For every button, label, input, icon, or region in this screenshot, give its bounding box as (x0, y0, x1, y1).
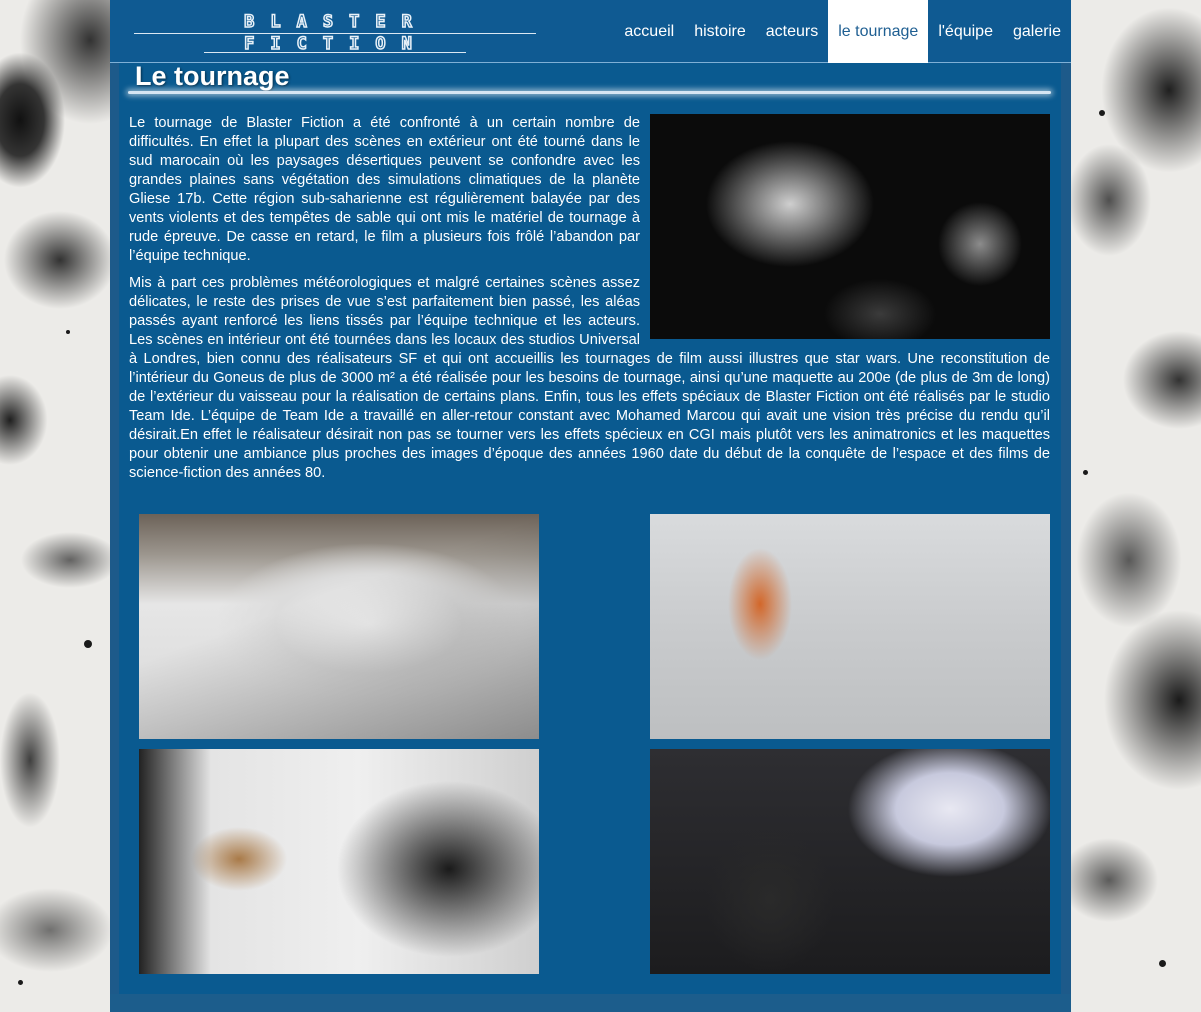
photo-camera-crew (139, 749, 539, 974)
nav-item-galerie[interactable]: galerie (1003, 0, 1071, 63)
background-left-splatter (0, 0, 112, 1012)
photo-creature-set (650, 749, 1050, 974)
article-text: Le tournage de Blaster Fiction a été con… (129, 114, 1050, 491)
logo-line-1: BLASTER (243, 12, 428, 32)
main-content: Le tournage Le tournage de Blaster Ficti… (119, 63, 1061, 994)
logo-line-2: FICTION (243, 34, 428, 54)
photo-studio-robot (650, 514, 1050, 739)
nav-item-le-tournage[interactable]: le tournage (828, 0, 929, 63)
site-logo[interactable]: BLASTER FICTION (134, 12, 536, 54)
page-title: Le tournage (135, 61, 290, 91)
photo-spaceship-set (650, 114, 1050, 339)
page-container: BLASTER FICTION accueil histoire acteurs… (110, 0, 1071, 1012)
nav-item-histoire[interactable]: histoire (684, 0, 756, 63)
nav-item-accueil[interactable]: accueil (614, 0, 684, 63)
footer-strip (110, 994, 1071, 1012)
title-divider (128, 91, 1051, 94)
main-nav: accueil histoire acteurs le tournage l'é… (614, 0, 1071, 63)
nav-item-equipe[interactable]: l'équipe (928, 0, 1003, 63)
site-header: BLASTER FICTION accueil histoire acteurs… (110, 0, 1071, 63)
photo-set-painting (139, 514, 539, 739)
nav-item-acteurs[interactable]: acteurs (756, 0, 828, 63)
background-right-splatter (1069, 0, 1201, 1012)
